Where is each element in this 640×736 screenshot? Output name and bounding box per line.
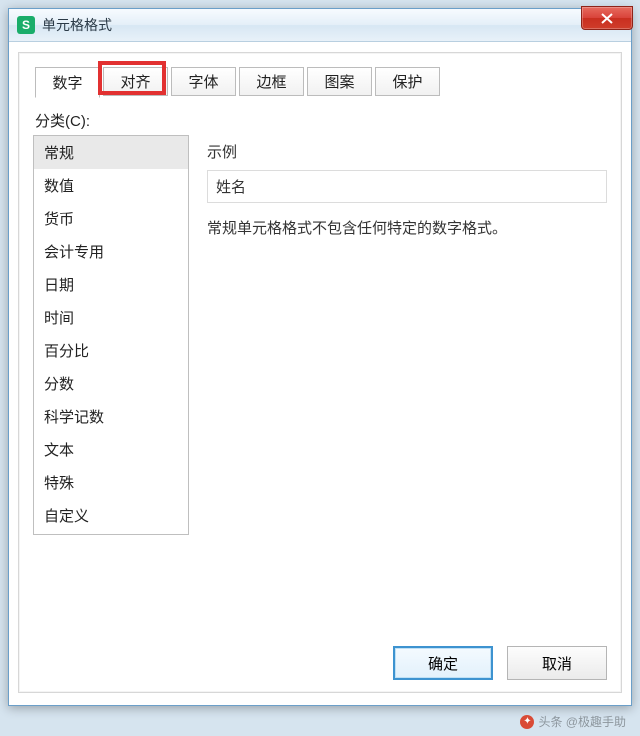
example-value: 姓名 [216,176,246,197]
dialog-window: S 单元格格式 数字对齐字体边框图案保护 分类(C): 常规数值货币会计专用日期… [8,8,632,706]
ok-button-label: 确定 [428,653,458,674]
tab-1[interactable]: 对齐 [103,67,168,96]
window-title: 单元格格式 [42,15,112,35]
list-item[interactable]: 自定义 [34,499,188,532]
watermark-text: 头条 @极趣手助 [538,713,626,730]
category-label: 分类(C): [35,110,607,131]
app-icon: S [17,16,35,34]
close-button[interactable] [581,6,633,30]
list-item[interactable]: 百分比 [34,334,188,367]
dialog-body: 数字对齐字体边框图案保护 分类(C): 常规数值货币会计专用日期时间百分比分数科… [18,52,622,693]
tab-2[interactable]: 字体 [171,67,236,96]
example-value-box: 姓名 [207,170,607,203]
list-item[interactable]: 分数 [34,367,188,400]
list-item[interactable]: 常规 [34,136,188,169]
ok-button[interactable]: 确定 [393,646,493,680]
list-item[interactable]: 文本 [34,433,188,466]
list-item[interactable]: 时间 [34,301,188,334]
tab-0[interactable]: 数字 [35,67,100,98]
cancel-button-label: 取消 [542,653,572,674]
list-item[interactable]: 科学记数 [34,400,188,433]
list-item[interactable]: 日期 [34,268,188,301]
category-listbox[interactable]: 常规数值货币会计专用日期时间百分比分数科学记数文本特殊自定义 [33,135,189,535]
content-area: 分类(C): 常规数值货币会计专用日期时间百分比分数科学记数文本特殊自定义 示例… [33,100,607,634]
list-item[interactable]: 特殊 [34,466,188,499]
example-label: 示例 [207,141,607,162]
tab-bar: 数字对齐字体边框图案保护 [33,67,607,98]
list-item[interactable]: 会计专用 [34,235,188,268]
cancel-button[interactable]: 取消 [507,646,607,680]
close-icon [601,13,613,24]
main-row: 常规数值货币会计专用日期时间百分比分数科学记数文本特殊自定义 示例 姓名 常规单… [33,135,607,634]
list-item[interactable]: 数值 [34,169,188,202]
list-item[interactable]: 货币 [34,202,188,235]
description-text: 常规单元格格式不包含任何特定的数字格式。 [207,217,607,241]
tab-5[interactable]: 保护 [375,67,440,96]
tab-3[interactable]: 边框 [239,67,304,96]
titlebar: S 单元格格式 [9,9,631,42]
right-pane: 示例 姓名 常规单元格格式不包含任何特定的数字格式。 [189,135,607,634]
watermark: ✦ 头条 @极趣手助 [520,713,626,730]
dialog-footer: 确定 取消 [33,634,607,680]
watermark-icon: ✦ [520,715,534,729]
tab-4[interactable]: 图案 [307,67,372,96]
